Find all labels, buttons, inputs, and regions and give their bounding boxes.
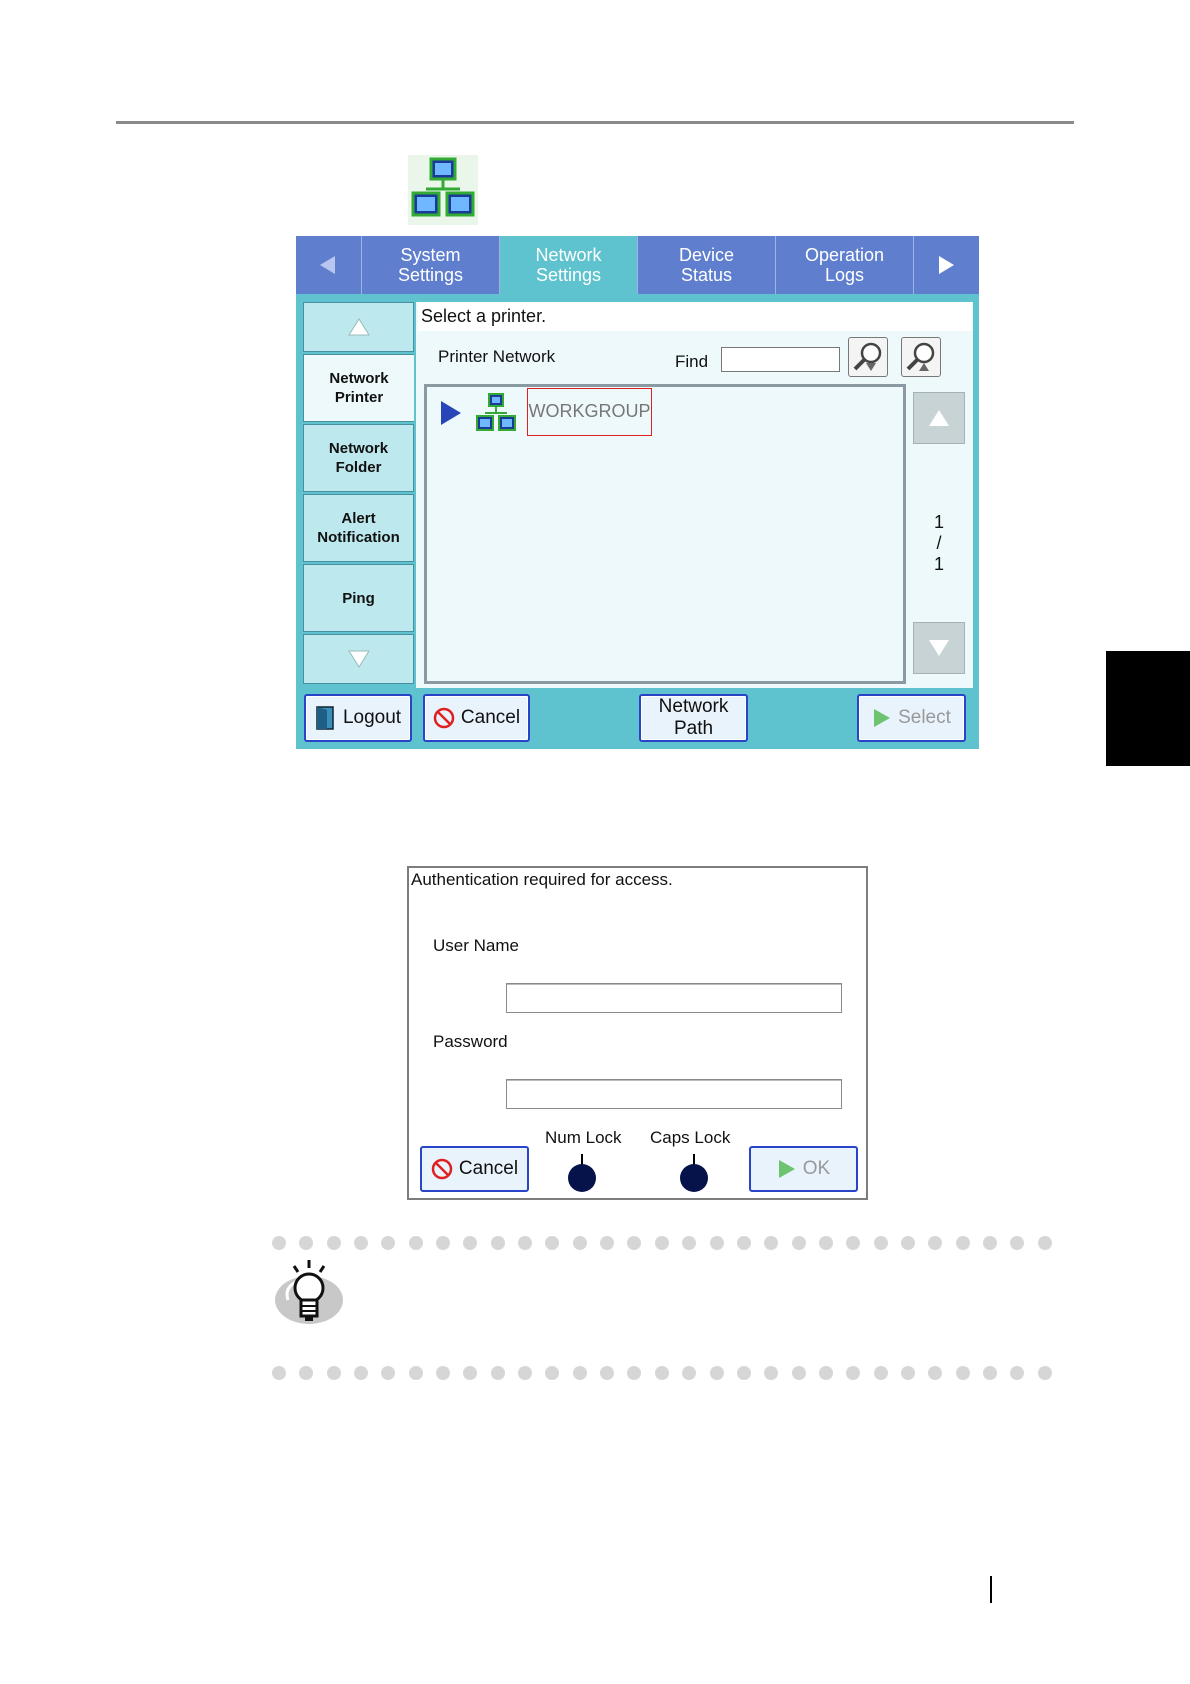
find-label: Find <box>675 352 709 371</box>
printer-network-label: Printer Network <box>438 347 556 366</box>
password-label: Password <box>433 1032 508 1051</box>
arrow-down-icon <box>929 640 949 656</box>
authentication-dialog: Authentication required for access. User… <box>407 866 868 1200</box>
hint-bottom-divider <box>272 1366 1052 1380</box>
user-name-label: User Name <box>433 936 519 955</box>
sidebar-item-network-printer[interactable]: Network Printer <box>303 354 414 422</box>
page-current: 1 <box>933 512 944 532</box>
sidebar-scroll-down-button[interactable] <box>303 634 414 684</box>
tab-scroll-right-button[interactable] <box>913 236 978 294</box>
workgroup-network-icon <box>475 392 517 439</box>
cancel-label: Cancel <box>460 707 521 728</box>
password-input[interactable] <box>506 1079 842 1109</box>
caps-lock-label: Caps Lock <box>650 1128 731 1147</box>
cancel-button[interactable]: Cancel <box>423 694 530 742</box>
user-name-input[interactable] <box>506 983 842 1013</box>
printer-select-screen: System Settings Network Settings Device … <box>296 236 979 749</box>
arrow-down-icon <box>347 650 370 668</box>
page-total: 1 <box>933 554 944 574</box>
tab-operation-logs[interactable]: Operation Logs <box>775 236 913 294</box>
search-up-icon <box>906 342 935 371</box>
network-settings-icon <box>408 155 478 225</box>
list-scroll-up-button[interactable] <box>913 392 965 444</box>
chapter-tab <box>1106 651 1190 766</box>
find-input[interactable] <box>721 347 840 372</box>
logout-label: Logout <box>342 707 402 728</box>
sidebar-scroll-up-button[interactable] <box>303 302 414 352</box>
network-path-button[interactable]: Network Path <box>639 694 748 742</box>
caps-lock-indicator-icon <box>679 1154 709 1194</box>
workgroup-item[interactable]: WORKGROUP <box>527 388 652 436</box>
select-label: Select <box>898 707 951 728</box>
prohibited-icon <box>431 1158 453 1180</box>
tab-system-settings[interactable]: System Settings <box>361 236 499 294</box>
logout-button[interactable]: Logout <box>304 694 412 742</box>
sidebar-item-ping[interactable]: Ping <box>303 564 414 632</box>
list-scroll-down-button[interactable] <box>913 622 965 674</box>
arrow-right-icon <box>939 256 954 274</box>
prohibited-icon <box>433 707 455 729</box>
search-previous-button[interactable] <box>901 337 941 377</box>
ok-label: OK <box>802 1158 831 1179</box>
expand-arrow-icon[interactable] <box>439 399 463 432</box>
tab-scroll-left-button[interactable] <box>296 236 360 294</box>
logout-door-icon <box>316 706 334 730</box>
lightbulb-hint-icon <box>272 1258 346 1332</box>
arrow-left-icon <box>320 256 335 274</box>
tab-network-settings[interactable]: Network Settings <box>499 236 637 294</box>
search-next-button[interactable] <box>848 337 888 377</box>
sidebar-item-alert-notification[interactable]: Alert Notification <box>303 494 414 562</box>
hint-top-divider <box>272 1236 1052 1250</box>
play-arrow-icon <box>778 1160 795 1178</box>
cancel-button[interactable]: Cancel <box>420 1146 529 1192</box>
search-down-icon <box>853 342 882 371</box>
num-lock-indicator-icon <box>567 1154 597 1194</box>
instruction-text: Select a printer. <box>418 302 972 331</box>
tab-device-status[interactable]: Device Status <box>637 236 775 294</box>
play-arrow-icon <box>874 709 891 727</box>
cancel-label: Cancel <box>458 1158 519 1179</box>
arrow-up-icon <box>929 410 949 426</box>
arrow-up-icon <box>347 318 370 336</box>
ok-button[interactable]: OK <box>749 1146 858 1192</box>
page-number-bar <box>990 1576 992 1603</box>
page-indicator: 1 / 1 <box>913 512 965 575</box>
page-separator: / <box>936 533 942 553</box>
select-button[interactable]: Select <box>857 694 966 742</box>
tab-bar: System Settings Network Settings Device … <box>296 236 979 294</box>
dialog-title: Authentication required for access. <box>411 870 673 889</box>
num-lock-label: Num Lock <box>545 1128 622 1147</box>
top-rule <box>116 121 1074 124</box>
printer-tree: WORKGROUP <box>424 384 906 684</box>
sidebar-item-network-folder[interactable]: Network Folder <box>303 424 414 492</box>
